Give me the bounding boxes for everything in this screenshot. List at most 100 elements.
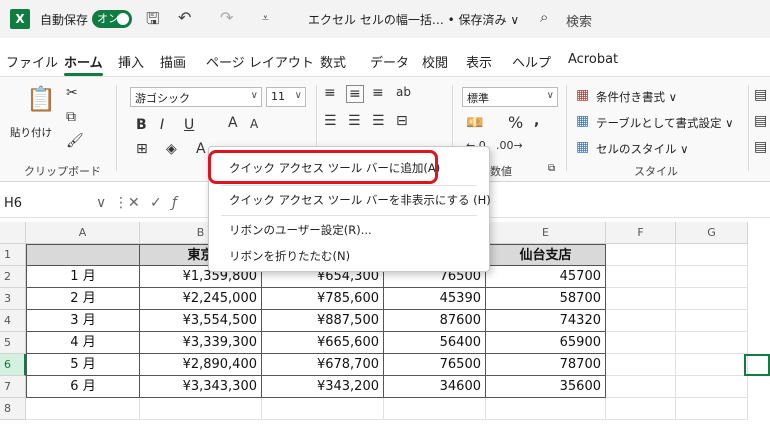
row-header-2[interactable]: 2 [0, 266, 26, 288]
underline-icon[interactable]: U [184, 117, 194, 133]
cell[interactable] [676, 288, 748, 310]
table-cell[interactable]: 1 月 [26, 266, 140, 288]
table-cell[interactable]: ¥3,339,300 [140, 332, 262, 354]
redo-icon[interactable]: ↷ [220, 8, 233, 27]
tab-home[interactable]: ホーム [64, 52, 103, 76]
cell[interactable] [262, 398, 384, 420]
table-cell[interactable]: 4 月 [26, 332, 140, 354]
row-header-5[interactable]: 5 [0, 332, 26, 354]
table-cell[interactable]: ¥785,600 [262, 288, 384, 310]
cell[interactable] [606, 244, 676, 266]
font-color-icon[interactable]: A [196, 141, 206, 157]
cell[interactable] [676, 398, 748, 420]
table-cell[interactable]: 87600 [384, 310, 486, 332]
tab-view[interactable]: 表示 [466, 52, 492, 71]
search-input[interactable]: 検索 [566, 11, 592, 30]
table-header-cell[interactable] [26, 244, 140, 266]
align-right-icon[interactable]: ☰ [372, 113, 385, 129]
cell[interactable] [606, 398, 676, 420]
row-header-6[interactable]: 6 [0, 354, 26, 376]
menu-item-collapse-ribbon[interactable]: リボンを折りたたむ(N) [209, 243, 489, 269]
table-cell[interactable]: 2 月 [26, 288, 140, 310]
table-cell[interactable]: 45390 [384, 288, 486, 310]
enter-icon[interactable]: ✓ [150, 195, 162, 211]
copy-icon[interactable]: ⧉ [66, 109, 76, 125]
document-title[interactable]: エクセル セルの幅一括… • 保存済み ∨ [308, 11, 519, 28]
column-header-f[interactable]: F [606, 222, 676, 244]
currency-icon[interactable]: 💴 [466, 115, 483, 131]
align-center-icon[interactable]: ☰ [348, 113, 361, 129]
column-header-a[interactable]: A [26, 222, 140, 244]
paste-icon[interactable]: 📋 [26, 85, 56, 113]
format-as-table-button[interactable]: テーブルとして書式設定 ∨ [596, 115, 734, 131]
customize-qat-icon[interactable]: ⩡ [262, 11, 269, 26]
cell[interactable] [486, 398, 606, 420]
cell[interactable] [676, 244, 748, 266]
cell[interactable] [676, 310, 748, 332]
table-cell[interactable]: 76500 [384, 354, 486, 376]
function-icon[interactable]: ƒ [172, 195, 177, 211]
cell[interactable] [384, 398, 486, 420]
orientation-icon[interactable]: ab [396, 85, 411, 99]
increase-font-icon[interactable]: A [228, 115, 238, 131]
format-painter-icon[interactable]: 🖌 [66, 133, 84, 149]
insert-cells-icon[interactable]: ▤ [754, 87, 767, 103]
decrease-decimal-icon[interactable]: .00→ [496, 139, 523, 152]
bold-icon[interactable]: B [136, 117, 147, 133]
font-name-select[interactable]: 游ゴシック ∨ [130, 87, 262, 107]
cell[interactable] [26, 398, 140, 420]
table-cell[interactable]: 34600 [384, 376, 486, 398]
cell[interactable] [606, 310, 676, 332]
select-all-corner[interactable] [0, 222, 26, 244]
row-header-4[interactable]: 4 [0, 310, 26, 332]
number-format-select[interactable]: 標準 ∨ [462, 87, 558, 107]
table-cell[interactable]: 6 月 [26, 376, 140, 398]
cell[interactable] [140, 398, 262, 420]
menu-item-hide-qat[interactable]: クイック アクセス ツール バーを非表示にする (H) [209, 187, 491, 213]
decrease-font-icon[interactable]: A [250, 117, 258, 131]
table-cell[interactable]: 65900 [486, 332, 606, 354]
table-cell[interactable]: 74320 [486, 310, 606, 332]
cell[interactable] [606, 332, 676, 354]
cell[interactable] [606, 354, 676, 376]
cut-icon[interactable]: ✂ [66, 85, 78, 101]
table-cell[interactable]: 45700 [486, 266, 606, 288]
table-cell[interactable]: ¥2,890,400 [140, 354, 262, 376]
paste-label[interactable]: 貼り付け [10, 125, 52, 140]
cell[interactable] [676, 376, 748, 398]
delete-cells-icon[interactable]: ▤ [754, 113, 767, 129]
tab-data[interactable]: データ [370, 52, 409, 71]
align-top-icon[interactable]: ≡ [324, 85, 336, 101]
menu-item-customize-ribbon[interactable]: リボンのユーザー設定(R)... [209, 217, 489, 243]
merge-center-icon[interactable]: ⊟ [396, 113, 408, 129]
cell[interactable] [676, 266, 748, 288]
comma-icon[interactable]: , [534, 113, 539, 129]
table-cell[interactable]: 56400 [384, 332, 486, 354]
tab-formulas[interactable]: 数式 [320, 52, 346, 71]
align-left-icon[interactable]: ☰ [324, 113, 337, 129]
autosave-toggle[interactable]: オン [92, 10, 132, 28]
tab-insert[interactable]: 挿入 [118, 52, 144, 71]
italic-icon[interactable]: I [160, 117, 164, 133]
column-header-g[interactable]: G [676, 222, 748, 244]
column-header-e[interactable]: E [486, 222, 606, 244]
cell-styles-button[interactable]: セルのスタイル ∨ [596, 141, 689, 157]
font-size-select[interactable]: 11 ∨ [266, 87, 306, 107]
format-cells-icon[interactable]: ▤ [754, 139, 767, 155]
borders-icon[interactable]: ⊞ [136, 141, 148, 157]
table-cell[interactable]: ¥2,245,000 [140, 288, 262, 310]
chevron-down-icon[interactable]: ∨ [96, 195, 106, 211]
align-bottom-icon[interactable]: ≡ [372, 85, 384, 101]
table-cell[interactable]: ¥3,343,300 [140, 376, 262, 398]
undo-icon[interactable]: ↶ [178, 8, 191, 27]
table-cell[interactable]: 5 月 [26, 354, 140, 376]
table-cell[interactable]: ¥343,200 [262, 376, 384, 398]
row-header-8[interactable]: 8 [0, 398, 26, 420]
tab-file[interactable]: ファイル [6, 52, 58, 71]
table-cell[interactable]: ¥3,554,500 [140, 310, 262, 332]
table-cell[interactable]: ¥887,500 [262, 310, 384, 332]
cell[interactable] [676, 354, 748, 376]
table-header-cell[interactable]: 仙台支店 [486, 244, 606, 266]
row-header-7[interactable]: 7 [0, 376, 26, 398]
cell[interactable] [676, 332, 748, 354]
